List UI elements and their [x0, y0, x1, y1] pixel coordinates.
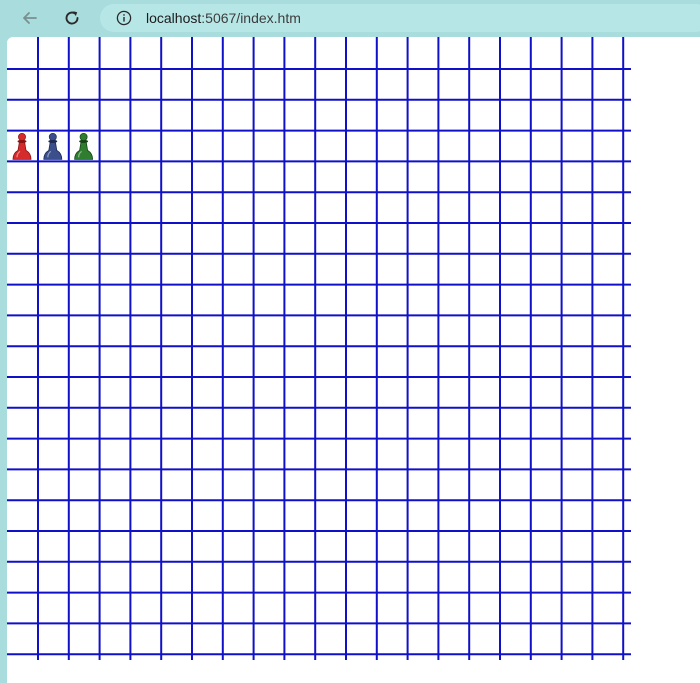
browser-toolbar: localhost:5067/index.htm: [0, 0, 700, 36]
green-pawn-icon[interactable]: [74, 132, 94, 160]
page-content: [7, 37, 700, 683]
red-pawn-icon[interactable]: [12, 132, 32, 160]
blue-pawn-icon[interactable]: [43, 132, 63, 160]
address-bar[interactable]: localhost:5067/index.htm: [100, 4, 700, 32]
reload-button[interactable]: [58, 4, 86, 32]
url-path: :5067/index.htm: [201, 10, 301, 26]
info-icon[interactable]: [116, 10, 132, 26]
reload-icon: [65, 11, 79, 25]
back-button[interactable]: [16, 4, 44, 32]
game-board[interactable]: [7, 37, 700, 683]
back-arrow-icon: [23, 12, 37, 24]
url-host: localhost: [146, 10, 202, 26]
url-text: localhost:5067/index.htm: [146, 10, 301, 26]
